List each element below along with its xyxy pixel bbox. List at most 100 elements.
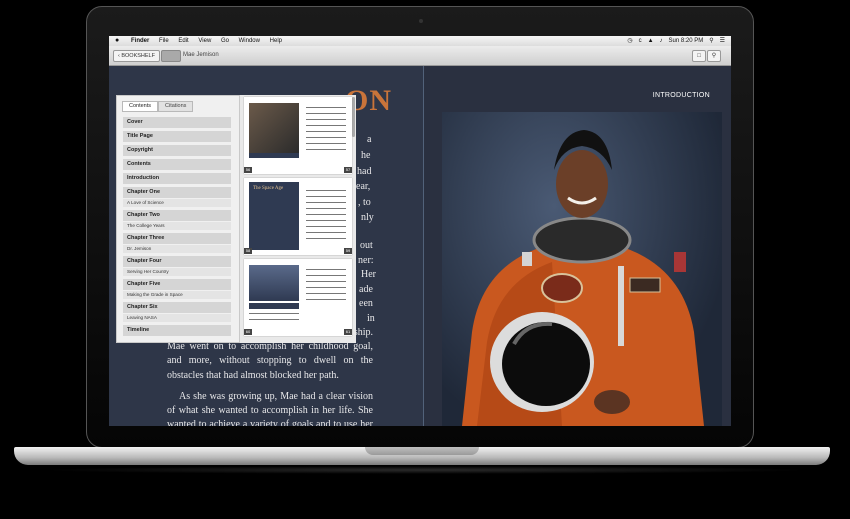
toc-item-chapter-one[interactable]: Chapter One [123, 187, 231, 198]
toc-item-cover[interactable]: Cover [123, 117, 231, 128]
volume-icon[interactable]: ♪ [660, 36, 663, 46]
toc-sub-chapter-six[interactable]: Leaving NASA [123, 314, 231, 322]
thumbnail-photo [249, 103, 299, 153]
tab-contents[interactable]: Contents [122, 101, 159, 112]
toc-item-contents[interactable]: Contents [123, 159, 231, 170]
menu-window[interactable]: Window [239, 38, 260, 44]
word-fragment: ner: [358, 255, 374, 266]
bookshelf-button[interactable]: ‹ BOOKSHELF [113, 50, 160, 62]
word-fragment: had [357, 166, 372, 177]
view-toggle-button[interactable] [161, 50, 181, 62]
toc-sub-chapter-four[interactable]: Serving Her Country [123, 268, 231, 276]
toc-item-timeline[interactable]: Timeline [123, 325, 231, 336]
toc-sub-chapter-three[interactable]: Dr. Jemison [123, 245, 231, 253]
menu-view[interactable]: View [198, 38, 211, 44]
text-line [306, 131, 346, 132]
page-number-right: 61 [344, 329, 352, 335]
thumbnail-spread-2[interactable]: The Space Age 58 59 [244, 178, 352, 255]
page-number-left: 58 [244, 248, 252, 254]
toc-sub-chapter-one[interactable]: A Love of Science [123, 199, 231, 207]
tab-citations[interactable]: Citations [158, 101, 194, 112]
text-line [306, 208, 346, 209]
text-line [306, 119, 346, 120]
section-label: INTRODUCTION [652, 92, 710, 99]
list-icon[interactable]: ☰ [720, 36, 725, 46]
thumbnail-scrollbar[interactable] [352, 97, 355, 137]
page-number-left: 56 [244, 167, 252, 173]
bookmark-button[interactable]: □ [692, 50, 706, 62]
toc-list: Cover Title Page Copyright Contents Intr… [123, 117, 231, 339]
laptop-notch [365, 447, 479, 455]
astronaut-illustration [462, 130, 704, 426]
apple-menu-icon[interactable]: ● [115, 36, 121, 46]
word-fragment: een [359, 298, 373, 309]
bluetooth-icon[interactable]: ϲ [639, 36, 642, 46]
text-line [306, 214, 346, 215]
toc-item-copyright[interactable]: Copyright [123, 145, 231, 156]
word-fragment: a [367, 134, 372, 145]
thumbnail-caption [249, 303, 299, 309]
text-line [306, 275, 346, 276]
text-line [249, 319, 299, 320]
text-line [306, 137, 346, 138]
word-fragment: ade [359, 284, 373, 295]
text-line [306, 293, 346, 294]
status-area: ◷ ϲ ▲ ♪ Sun 8:20 PM ⚲ ☰ [627, 36, 725, 46]
menu-go[interactable]: Go [221, 38, 229, 44]
toc-item-chapter-three[interactable]: Chapter Three [123, 233, 231, 244]
word-fragment: in [367, 313, 375, 324]
thumbnail-photo [249, 265, 299, 301]
menu-finder[interactable]: Finder [131, 38, 149, 44]
camera [419, 19, 423, 23]
text-line [306, 299, 346, 300]
search-button[interactable]: ⚲ [707, 50, 721, 62]
thumbnail-heading: The Space Age [253, 186, 284, 191]
toc-item-chapter-six[interactable]: Chapter Six [123, 302, 231, 313]
text-line [306, 149, 346, 150]
text-line [306, 107, 346, 108]
page-number-left: 60 [244, 329, 252, 335]
contents-sidebar: Contents Citations Cover Title Page Copy… [116, 95, 240, 343]
text-line [306, 287, 346, 288]
search-icon[interactable]: ⚲ [709, 36, 713, 46]
word-fragment: Her [361, 269, 376, 280]
thumbnail-spread-3[interactable]: 60 61 [244, 259, 352, 336]
word-fragment: out [360, 240, 373, 251]
toc-sub-chapter-two[interactable]: The College Years [123, 222, 231, 230]
laptop-shadow [40, 466, 810, 474]
text-line [306, 220, 346, 221]
toc-item-chapter-five[interactable]: Chapter Five [123, 279, 231, 290]
toc-sub-chapter-five[interactable]: Making the Grade in Space [123, 291, 231, 299]
sidebar-tabs: Contents Citations [122, 101, 194, 112]
word-fragment: nly [361, 212, 374, 223]
thumbnail-dark-page: The Space Age [249, 182, 299, 250]
page-number-right: 59 [344, 248, 352, 254]
toc-item-title-page[interactable]: Title Page [123, 131, 231, 142]
word-fragment: ear, [356, 181, 371, 192]
wifi-icon[interactable]: ▲ [648, 36, 654, 46]
text-line [306, 196, 346, 197]
right-page: INTRODUCTION [424, 66, 731, 426]
menu-help[interactable]: Help [270, 38, 282, 44]
paragraph-2: As she was growing up, Mae had a clear v… [167, 391, 373, 426]
text-line [306, 113, 346, 114]
toc-item-introduction[interactable]: Introduction [123, 173, 231, 184]
time-machine-icon[interactable]: ◷ [627, 36, 632, 46]
word-fragment: , to [358, 197, 371, 208]
thumbnail-spread-1[interactable]: 56 57 [244, 97, 352, 174]
page-thumbnails: 56 57 The Space Age 58 59 60 61 [240, 95, 356, 343]
toc-item-chapter-four[interactable]: Chapter Four [123, 256, 231, 267]
app-toolbar: ‹ BOOKSHELF Mae Jemison ⚲ □ [109, 46, 731, 66]
thumbnail-caption [249, 153, 299, 158]
text-line [306, 190, 346, 191]
text-line [306, 238, 346, 239]
menu-edit[interactable]: Edit [178, 38, 188, 44]
toc-item-chapter-two[interactable]: Chapter Two [123, 210, 231, 221]
text-line [249, 313, 299, 314]
page-number-right: 57 [344, 167, 352, 173]
menu-file[interactable]: File [159, 38, 169, 44]
laptop-screen: ● Finder File Edit View Go Window Help ◷… [109, 36, 731, 426]
menu-bar: ● Finder File Edit View Go Window Help ◷… [109, 36, 731, 46]
clock[interactable]: Sun 8:20 PM [669, 36, 704, 46]
text-line [306, 143, 346, 144]
